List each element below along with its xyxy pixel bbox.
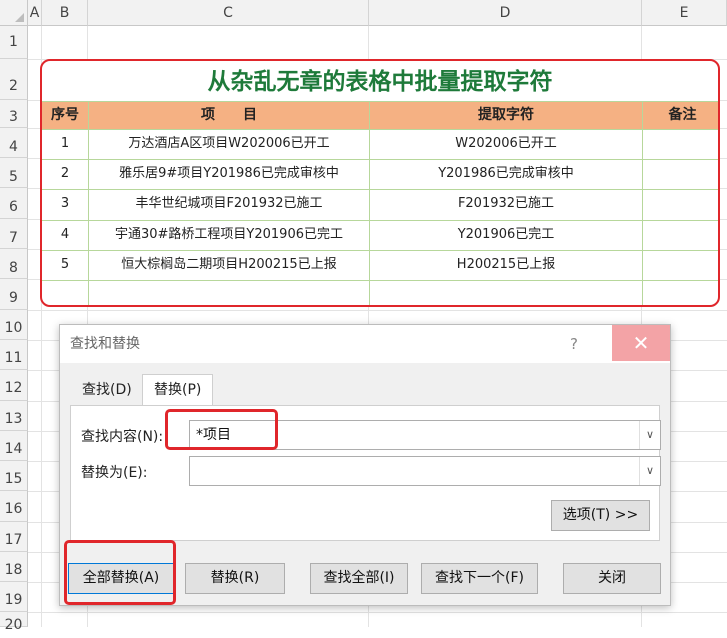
cell-item[interactable] [89, 280, 369, 305]
row-header[interactable]: 6 [0, 188, 28, 219]
row-header[interactable]: 12 [0, 370, 28, 401]
cell-extract[interactable]: Y201906已完工 [370, 220, 642, 250]
find-value-highlight [165, 409, 278, 450]
row-header[interactable]: 7 [0, 219, 28, 249]
close-icon[interactable]: ✕ [612, 325, 670, 361]
row-header[interactable]: 3 [0, 100, 28, 128]
find-what-label: 查找内容(N): [81, 429, 164, 445]
cell-seq[interactable]: 3 [42, 189, 88, 220]
cell-extract[interactable]: H200215已上报 [370, 250, 642, 280]
replace-panel: 查找内容(N): *项目 ∨ 替换为(E): ∨ 选项(T) >> [70, 405, 661, 541]
column-header-c[interactable]: C [88, 0, 369, 26]
row-header[interactable]: 9 [0, 279, 28, 310]
chevron-down-icon[interactable]: ∨ [639, 421, 660, 449]
cell-note[interactable] [643, 280, 718, 305]
row-header[interactable]: 10 [0, 310, 28, 340]
row-header[interactable]: 8 [0, 249, 28, 279]
cell-seq[interactable] [42, 280, 88, 305]
row-header[interactable]: 19 [0, 582, 28, 612]
cell-item[interactable]: 丰华世纪城项目F201932已施工 [89, 189, 369, 220]
row-header[interactable]: 15 [0, 461, 28, 491]
cell-item[interactable]: 恒大棕榈岛二期项目H200215已上报 [89, 250, 369, 280]
header-extract[interactable]: 提取字符 [370, 101, 642, 129]
cell-extract[interactable]: W202006已开工 [370, 129, 642, 159]
row-header[interactable]: 20 [0, 612, 28, 633]
cell-seq[interactable]: 4 [42, 220, 88, 250]
dialog-titlebar[interactable]: 查找和替换 ? ✕ [60, 325, 670, 363]
dialog-title: 查找和替换 [70, 336, 140, 352]
replace-with-input[interactable]: ∨ [189, 456, 661, 486]
replace-button[interactable]: 替换(R) [185, 563, 285, 594]
row-header[interactable]: 13 [0, 401, 28, 431]
cell-seq[interactable]: 1 [42, 129, 88, 159]
column-header-e[interactable]: E [642, 0, 727, 26]
header-item[interactable]: 项 目 [89, 101, 369, 129]
row-header[interactable]: 4 [0, 128, 28, 158]
tab-replace[interactable]: 替换(P) [142, 374, 214, 405]
tab-find[interactable]: 查找(D) [71, 375, 143, 405]
column-header-d[interactable]: D [369, 0, 642, 26]
header-seq[interactable]: 序号 [42, 101, 88, 129]
data-table: 从杂乱无章的表格中批量提取字符 序号 项 目 提取字符 备注 1 万达酒店A区项… [40, 59, 720, 307]
row-header[interactable]: 1 [0, 26, 28, 59]
close-button[interactable]: 关闭 [563, 563, 661, 594]
cell-note[interactable] [643, 189, 718, 220]
cell-seq[interactable]: 5 [42, 250, 88, 280]
cell-note[interactable] [643, 159, 718, 189]
table-title: 从杂乱无章的表格中批量提取字符 [207, 68, 553, 95]
column-header-b[interactable]: B [42, 0, 88, 26]
row-header[interactable]: 18 [0, 552, 28, 582]
header-note[interactable]: 备注 [643, 101, 718, 129]
help-button[interactable]: ? [564, 325, 584, 363]
cell-item[interactable]: 宇通30#路桥工程项目Y201906已完工 [89, 220, 369, 250]
row-header[interactable]: 11 [0, 340, 28, 370]
select-all-corner[interactable] [0, 0, 28, 26]
find-next-button[interactable]: 查找下一个(F) [421, 563, 538, 594]
row-header[interactable]: 5 [0, 158, 28, 188]
cell-note[interactable] [643, 250, 718, 280]
column-header-a[interactable]: A [28, 0, 42, 26]
row-header[interactable]: 16 [0, 491, 28, 522]
cell-item[interactable]: 雅乐居9#项目Y201986已完成审核中 [89, 159, 369, 189]
cell-seq[interactable]: 2 [42, 159, 88, 189]
replace-with-label: 替换为(E): [81, 465, 148, 481]
cell-note[interactable] [643, 220, 718, 250]
replace-all-highlight [64, 540, 176, 605]
find-all-button[interactable]: 查找全部(I) [310, 563, 408, 594]
cell-item[interactable]: 万达酒店A区项目W202006已开工 [89, 129, 369, 159]
row-header[interactable]: 14 [0, 431, 28, 461]
chevron-down-icon[interactable]: ∨ [639, 457, 660, 485]
cell-extract[interactable]: F201932已施工 [370, 189, 642, 220]
row-header[interactable]: 17 [0, 522, 28, 552]
cell-extract[interactable] [370, 280, 642, 305]
cell-note[interactable] [643, 129, 718, 159]
options-button[interactable]: 选项(T) >> [551, 500, 650, 531]
row-header[interactable]: 2 [0, 59, 28, 100]
cell-extract[interactable]: Y201986已完成审核中 [370, 159, 642, 189]
